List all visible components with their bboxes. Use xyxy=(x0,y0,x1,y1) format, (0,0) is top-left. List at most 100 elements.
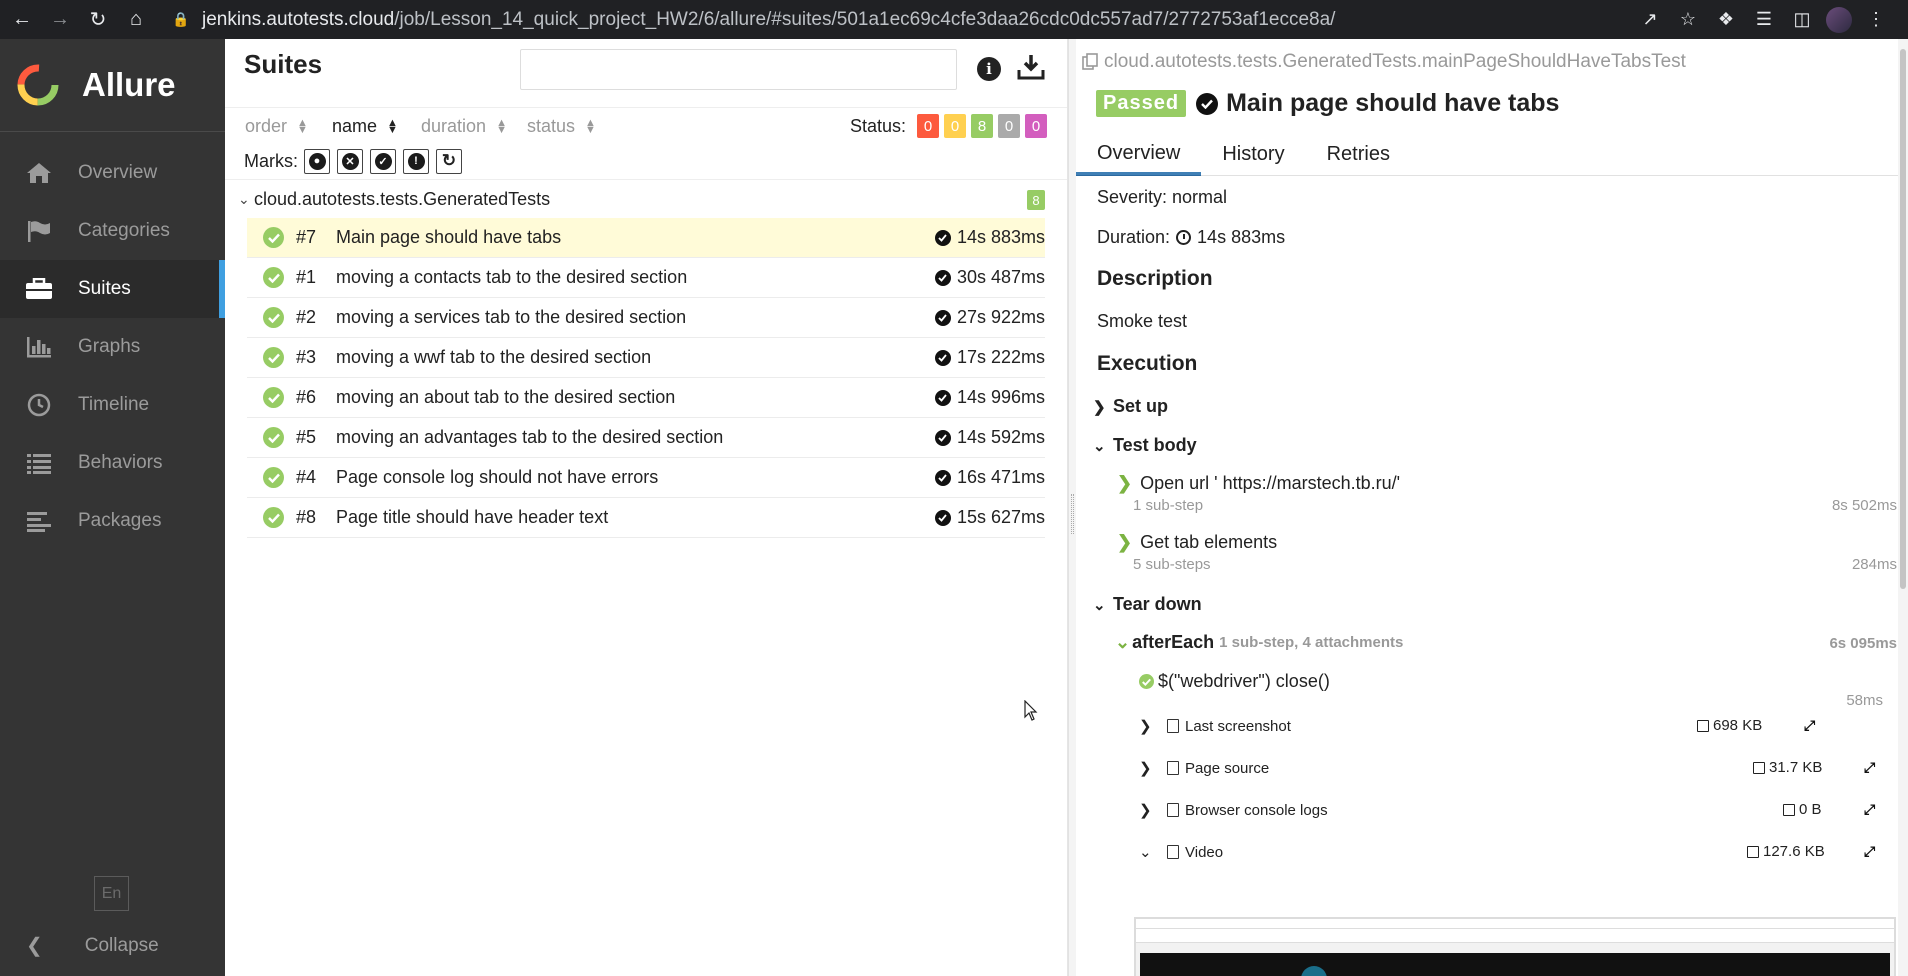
check-circle-icon xyxy=(934,269,951,286)
sidebar-item-timeline[interactable]: Timeline xyxy=(0,376,225,434)
sidebar-item-categories[interactable]: Categories xyxy=(0,202,225,260)
mark-new-broken-button[interactable]: ! xyxy=(403,148,429,174)
reload-icon[interactable]: ↻ xyxy=(82,4,114,36)
copy-icon[interactable] xyxy=(1082,53,1100,71)
step-note: 1 sub-step xyxy=(1133,497,1204,514)
step-open-url[interactable]: ❯ Open url ' https://marstech.tb.ru/' xyxy=(1117,473,1400,494)
extensions-icon[interactable]: ❖ xyxy=(1712,6,1740,34)
sidebar-item-suites[interactable]: Suites xyxy=(0,260,225,318)
avatar[interactable] xyxy=(1826,6,1852,33)
sidebar-item-packages[interactable]: Packages xyxy=(0,492,225,550)
attachment-size-value: 31.7 KB xyxy=(1769,759,1823,776)
after-each-step[interactable]: ⌄ afterEach 1 sub-step, 4 attachments xyxy=(1115,632,1403,653)
video-player[interactable]: MST — — — — — — — — — — — — — — — — — — … xyxy=(1134,917,1896,976)
test-duration: 17s 222ms xyxy=(934,347,1045,368)
table-row[interactable]: #7 Main page should have tabs 14s 883ms xyxy=(247,218,1045,258)
mark-retries-button[interactable]: ↻ xyxy=(436,148,462,174)
attachment-size: 0 B xyxy=(1783,801,1822,818)
attachment-page-source[interactable]: ❯ Page source xyxy=(1139,759,1269,778)
side-panel-icon[interactable]: ◫ xyxy=(1788,6,1816,34)
attachment-last-screenshot[interactable]: ❯ Last screenshot xyxy=(1139,717,1291,736)
test-list: #7 Main page should have tabs 14s 883ms … xyxy=(225,218,1067,538)
tab-retries[interactable]: Retries xyxy=(1306,132,1411,176)
status-failed-badge[interactable]: 0 xyxy=(917,114,939,138)
sort-name[interactable]: name ▲ ▼ xyxy=(332,116,398,137)
table-row[interactable]: #4 Page console log should not have erro… xyxy=(247,458,1045,498)
expand-icon[interactable]: ⤢ xyxy=(1864,759,1878,775)
sidebar-item-graphs[interactable]: Graphs xyxy=(0,318,225,376)
bar-chart-icon xyxy=(24,334,54,360)
sidebar-item-behaviors[interactable]: Behaviors xyxy=(0,434,225,492)
setup-section[interactable]: ❯ Set up xyxy=(1093,396,1168,417)
check-circle-icon: ✓ xyxy=(374,152,392,170)
sidebar-item-overview[interactable]: Overview xyxy=(0,144,225,202)
table-row[interactable]: #2 moving a services tab to the desired … xyxy=(247,298,1045,338)
list-icon xyxy=(24,450,54,476)
mark-new-passed-button[interactable]: ✓ xyxy=(370,148,396,174)
mark-new-failed-button[interactable]: ✕ xyxy=(337,148,363,174)
scrollbar[interactable] xyxy=(1898,39,1908,976)
status-unknown-badge[interactable]: 0 xyxy=(1025,114,1047,138)
forward-icon[interactable]: → xyxy=(44,4,76,36)
test-duration-value: 30s 487ms xyxy=(956,267,1045,287)
table-row[interactable]: #5 moving an advantages tab to the desir… xyxy=(247,418,1045,458)
test-number: #6 xyxy=(296,387,317,407)
mark-flaky-button[interactable]: ● xyxy=(304,148,330,174)
back-icon[interactable]: ← xyxy=(6,4,38,36)
mst-logo: MST xyxy=(1301,966,1327,976)
test-duration-value: 14s 883ms xyxy=(956,227,1045,247)
media-icon[interactable]: ☰ xyxy=(1750,6,1778,34)
language-button[interactable]: En xyxy=(94,876,129,911)
home-icon[interactable]: ⌂ xyxy=(120,4,152,36)
table-row[interactable]: #1 moving a contacts tab to the desired … xyxy=(247,258,1045,298)
test-duration-value: 15s 627ms xyxy=(956,507,1045,527)
pane-resizer[interactable] xyxy=(1068,39,1076,976)
search-input[interactable] xyxy=(520,49,957,90)
sort-status[interactable]: status ▲ ▼ xyxy=(527,116,596,137)
browser-toolbar: ← → ↻ ⌂ 🔒 jenkins.autotests.cloud/job/Le… xyxy=(0,0,1908,39)
attachment-video[interactable]: ⌄ Video xyxy=(1139,843,1223,862)
star-icon[interactable]: ☆ xyxy=(1674,6,1702,34)
table-row[interactable]: #6 moving an about tab to the desired se… xyxy=(247,378,1045,418)
tab-history[interactable]: History xyxy=(1201,132,1305,176)
sort-duration[interactable]: duration ▲ ▼ xyxy=(421,116,507,137)
status-passed-badge[interactable]: 8 xyxy=(971,114,993,138)
clock-icon xyxy=(24,392,54,418)
collapse-label: Collapse xyxy=(84,934,159,956)
info-icon[interactable]: i xyxy=(977,57,1001,81)
status-broken-badge[interactable]: 0 xyxy=(944,114,966,138)
menu-icon[interactable]: ⋮ xyxy=(1862,6,1890,34)
status-skipped-badge[interactable]: 0 xyxy=(998,114,1020,138)
step-get-tab-elements[interactable]: ❯ Get tab elements xyxy=(1117,532,1277,553)
severity: Severity: normal xyxy=(1097,187,1228,207)
test-duration: 14s 883ms xyxy=(934,227,1045,248)
suites-pane: Suites i order ▲ ▼ name ▲ ▼ duration ▲ ▼ st… xyxy=(225,39,1068,976)
table-row[interactable]: #3 moving a wwf tab to the desired secti… xyxy=(247,338,1045,378)
test-body-section[interactable]: ⌄ Test body xyxy=(1093,435,1197,456)
sort-order[interactable]: order ▲ ▼ xyxy=(245,116,308,137)
tab-overview[interactable]: Overview xyxy=(1076,132,1202,176)
bomb-icon: ● xyxy=(308,152,326,170)
duration-value: 14s 883ms xyxy=(1197,227,1286,247)
expand-icon[interactable]: ⤢ xyxy=(1804,717,1818,733)
clock-icon xyxy=(1176,230,1192,245)
suite-group[interactable]: ⌄ cloud.autotests.tests.GeneratedTests 8 xyxy=(225,180,1067,218)
attachment-browser-console-logs[interactable]: ❯ Browser console logs xyxy=(1139,801,1328,820)
collapse-button[interactable]: ❮ Collapse xyxy=(26,933,159,958)
address-bar[interactable]: 🔒 jenkins.autotests.cloud/job/Lesson_14_… xyxy=(172,5,1636,35)
expand-icon[interactable]: ⤢ xyxy=(1864,801,1878,817)
url-host: jenkins.autotests.cloud xyxy=(202,8,395,30)
tear-down-section[interactable]: ⌄ Tear down xyxy=(1093,594,1202,615)
close-step[interactable]: $("webdriver") close() xyxy=(1139,671,1330,692)
sort-label: order xyxy=(245,116,288,136)
table-row[interactable]: #8 Page title should have header text 15… xyxy=(247,498,1045,538)
chevron-down-icon: ⌄ xyxy=(1093,437,1106,455)
test-number: #2 xyxy=(296,307,317,327)
download-icon[interactable] xyxy=(1017,53,1045,81)
test-duration-value: 14s 592ms xyxy=(956,427,1045,447)
share-icon[interactable]: ↗ xyxy=(1636,6,1664,34)
brand[interactable]: Allure xyxy=(0,39,225,132)
chevron-right-icon: ❯ xyxy=(1139,718,1152,735)
expand-icon[interactable]: ⤢ xyxy=(1864,843,1878,859)
scrollbar-thumb[interactable] xyxy=(1900,49,1906,589)
